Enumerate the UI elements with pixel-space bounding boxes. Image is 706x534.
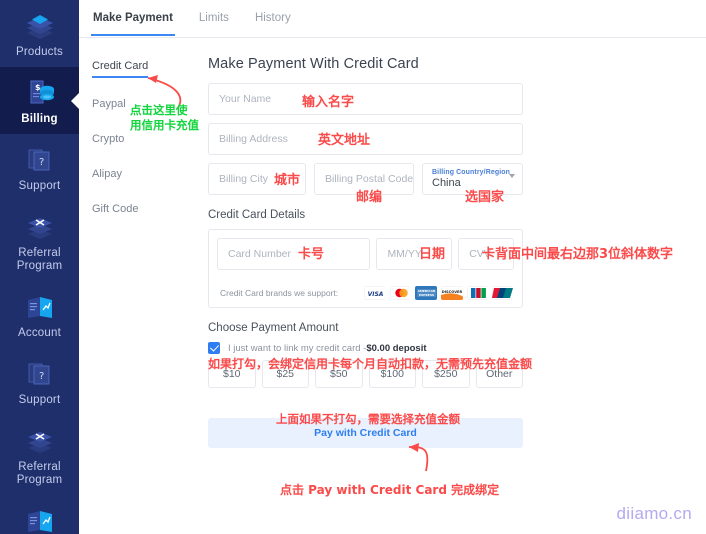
method-credit-card[interactable]: Credit Card xyxy=(92,60,148,78)
question-cards-icon: ? xyxy=(2,357,77,391)
svg-text:?: ? xyxy=(39,157,45,168)
visa-icon: VISA xyxy=(364,286,386,300)
sidebar-item-referral-2[interactable]: Referral Program xyxy=(0,415,79,495)
sidebar-item-label: Billing xyxy=(21,113,58,125)
annotation-card-number: 卡号 xyxy=(298,247,325,262)
sidebar-item-referral-1[interactable]: Referral Program xyxy=(0,201,79,281)
annotation-method-hint: 点击这里使 用信用卡充值 xyxy=(130,103,199,133)
choose-amount-title: Choose Payment Amount xyxy=(208,322,339,334)
billing-country-value: China xyxy=(432,177,461,189)
credit-card-inputs-row: Card Number MM/YY CVV xyxy=(217,238,515,278)
sidebar-item-products[interactable]: Products xyxy=(0,0,79,67)
link-card-checkbox-row[interactable]: I just want to link my credit card -$0.0… xyxy=(208,342,523,354)
billing-address-placeholder: Billing Address xyxy=(219,133,288,145)
layers-cube-icon xyxy=(2,9,77,43)
link-card-label: I just want to link my credit card -$0.0… xyxy=(228,343,427,354)
jcb-icon xyxy=(466,286,489,300)
method-alipay[interactable]: Alipay xyxy=(92,168,147,183)
app-root: Products $ Billing ? Support Referral Pr… xyxy=(0,0,706,534)
sidebar-item-account-1[interactable]: Account xyxy=(0,281,79,348)
sidebar-item-billing[interactable]: $ Billing xyxy=(0,67,79,134)
annotation-pay-note: 点击 Pay with Credit Card 完成绑定 xyxy=(280,483,500,497)
svg-text:DISCOVER: DISCOVER xyxy=(442,290,463,294)
sidebar-item-label: Support xyxy=(18,180,61,192)
card-number-field[interactable]: Card Number xyxy=(217,238,371,270)
main-content: Make Payment Limits History Credit Card … xyxy=(79,0,706,534)
sidebar-item-label: Account xyxy=(18,327,61,339)
annotation-postal: 邮编 xyxy=(356,190,383,205)
sidebar-item-support-2[interactable]: ? Support xyxy=(0,348,79,415)
discover-icon: DISCOVER xyxy=(441,286,463,300)
annotation-expiry: 日期 xyxy=(419,247,446,262)
credit-card-box: Card Number MM/YY CVV Credit Card brands… xyxy=(208,229,523,308)
link-card-label-deposit: $0.00 deposit xyxy=(366,342,427,354)
sidebar-item-label: Products xyxy=(16,46,63,58)
credit-card-details-title: Credit Card Details xyxy=(208,209,306,221)
annotation-name: 输入名字 xyxy=(302,95,355,110)
sidebar-item-support-1[interactable]: ? Support xyxy=(0,134,79,201)
chevron-down-icon[interactable] xyxy=(509,174,515,178)
annotation-checkbox-note: 如果打勾，会绑定信用卡每个月自动扣款，无需预先充值金额 xyxy=(208,357,533,371)
method-crypto[interactable]: Crypto xyxy=(92,133,147,148)
card-expiry-placeholder: MM/YY xyxy=(387,248,422,260)
primary-sidebar: Products $ Billing ? Support Referral Pr… xyxy=(0,0,79,534)
name-field[interactable]: Your Name xyxy=(208,83,523,115)
annotation-country: 选国家 xyxy=(465,190,505,205)
sidebar-item-label: Referral Program xyxy=(16,461,63,486)
tab-history[interactable]: History xyxy=(255,0,291,35)
annotation-address: 英文地址 xyxy=(318,133,371,148)
svg-text:EXPRESS: EXPRESS xyxy=(419,293,434,297)
payment-method-list: Credit Card Paypal Crypto Alipay Gift Co… xyxy=(92,60,202,238)
tab-limits[interactable]: Limits xyxy=(199,0,229,35)
american-express-icon: AMERICAN EXPRESS xyxy=(415,286,438,300)
billing-postal-placeholder: Billing Postal Code xyxy=(325,173,414,185)
unionpay-icon xyxy=(492,286,514,300)
card-number-placeholder: Card Number xyxy=(228,248,292,260)
name-placeholder: Your Name xyxy=(219,93,272,105)
method-gift-code[interactable]: Gift Code xyxy=(92,203,147,218)
link-card-label-prefix: I just want to link my credit card - xyxy=(228,342,367,354)
sidebar-item-account-2[interactable]: Account xyxy=(0,495,79,534)
sidebar-item-label: Referral Program xyxy=(16,247,63,272)
mastercard-icon xyxy=(389,286,412,300)
payment-form: Make Payment With Credit Card Your Name … xyxy=(208,56,523,448)
share-layers-icon xyxy=(2,210,77,244)
question-cards-icon: ? xyxy=(2,143,77,177)
share-layers-icon xyxy=(2,424,77,458)
svg-text:VISA: VISA xyxy=(368,291,384,298)
billing-city-placeholder: Billing City xyxy=(219,173,269,185)
tab-bar: Make Payment Limits History xyxy=(79,0,706,38)
annotation-cvv: 卡背面中间最右边那3位斜体数字 xyxy=(482,247,674,262)
page-title: Make Payment With Credit Card xyxy=(208,56,419,72)
account-card-icon xyxy=(2,290,77,324)
sidebar-item-label: Support xyxy=(18,394,61,406)
supported-brands: Credit Card brands we support: VISA AMER… xyxy=(217,286,514,300)
annotation-method-hint-line2: 用信用卡充值 xyxy=(130,118,199,132)
annotation-city: 城市 xyxy=(274,173,301,188)
annotation-method-hint-line1: 点击这里使 xyxy=(130,103,188,117)
svg-text:?: ? xyxy=(39,371,45,382)
supported-brands-label: Credit Card brands we support: xyxy=(220,288,339,298)
site-watermark: diiamo.cn xyxy=(616,504,692,523)
tab-make-payment[interactable]: Make Payment xyxy=(91,0,175,36)
invoice-coins-icon: $ xyxy=(2,76,77,110)
billing-country-label: Billing Country/Region xyxy=(432,169,511,176)
account-card-icon xyxy=(2,504,77,534)
annotation-amount-note: 上面如果不打勾，需要选择充值金额 xyxy=(276,412,460,426)
link-card-checkbox[interactable] xyxy=(208,342,220,354)
